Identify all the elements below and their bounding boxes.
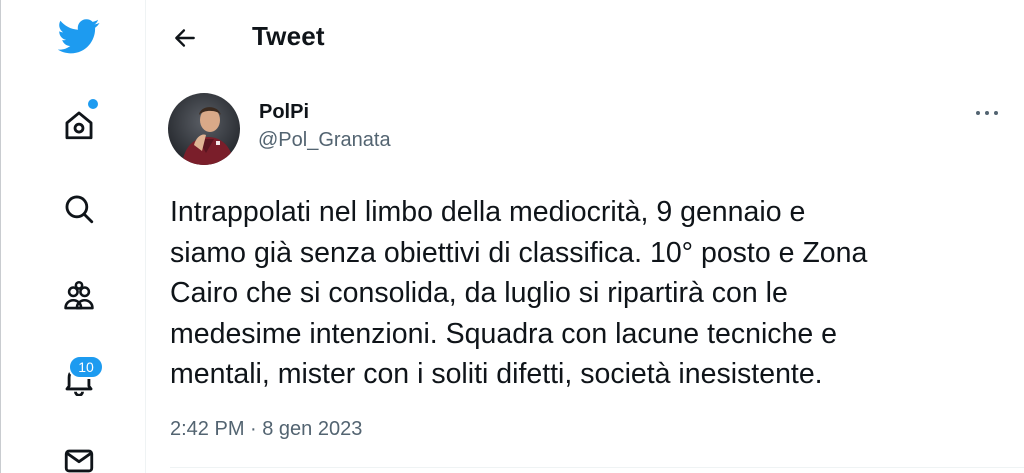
- notifications-count-badge: 10: [68, 355, 104, 379]
- more-options-button[interactable]: [967, 98, 1007, 128]
- arrow-left-icon: [175, 29, 195, 47]
- tweet-divider: [170, 467, 1024, 468]
- app-window: 10 Tweet PolPi @Pol_Granata Intrappolati…: [0, 0, 1024, 473]
- communities-icon[interactable]: [58, 275, 100, 317]
- author-name[interactable]: PolPi: [259, 101, 309, 124]
- avatar[interactable]: [168, 93, 240, 165]
- tweet-timestamp[interactable]: 2:42 PM · 8 gen 2023: [170, 418, 362, 441]
- home-notification-dot: [88, 99, 98, 109]
- mail-icon[interactable]: [58, 440, 100, 473]
- sidebar-nav: 10: [1, 0, 145, 473]
- author-handle[interactable]: @Pol_Granata: [258, 129, 391, 152]
- more-horizontal-icon: [976, 111, 998, 115]
- page-header: Tweet: [146, 0, 1024, 78]
- search-icon[interactable]: [58, 188, 100, 230]
- back-button[interactable]: [168, 21, 202, 55]
- page-title: Tweet: [252, 21, 325, 51]
- twitter-logo-icon[interactable]: [58, 15, 100, 57]
- home-icon[interactable]: [58, 104, 100, 146]
- tweet-text: Intrappolati nel limbo della mediocrità,…: [170, 196, 868, 390]
